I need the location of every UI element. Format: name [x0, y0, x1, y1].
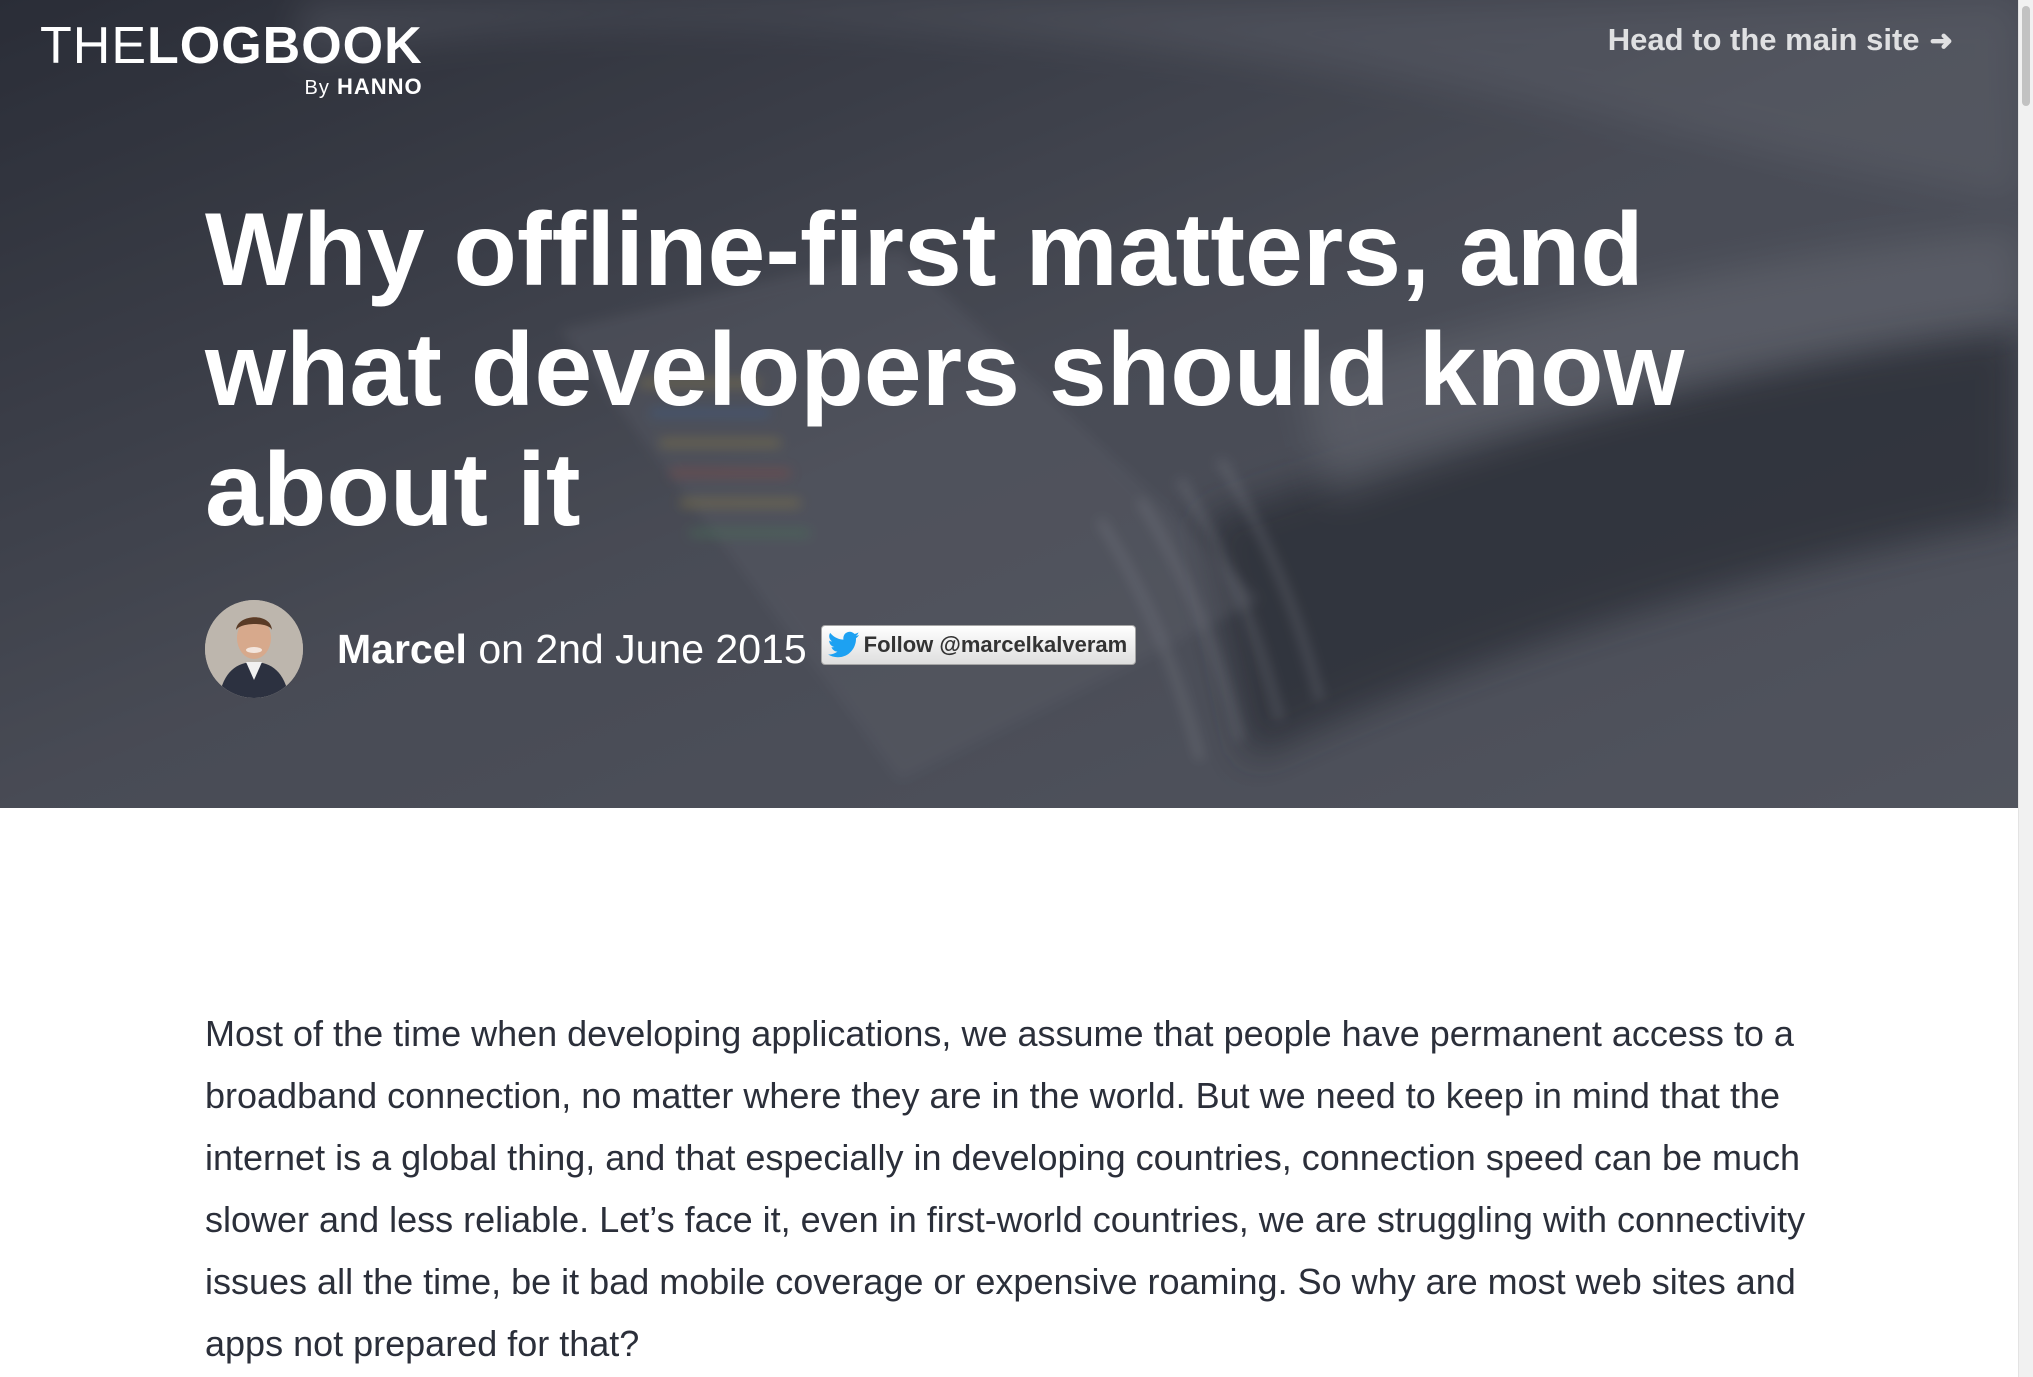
hero-header: THELOGBOOK By HANNO Head to the main sit… [0, 0, 2019, 808]
author-avatar [205, 600, 303, 698]
logo-hanno-text: HANNO [337, 74, 423, 99]
twitter-bird-icon [827, 631, 860, 658]
logbook-logo[interactable]: THELOGBOOK By HANNO [40, 18, 423, 101]
logo-by-text: By [304, 77, 330, 99]
article-byline: Marcel on 2nd June 2015 Follow @marcelka… [205, 598, 1137, 700]
logo-logbook-text: LOGBOOK [147, 17, 423, 75]
publish-date: on 2nd June 2015 [478, 625, 807, 672]
logo-the-text: THE [40, 17, 147, 75]
scrollbar-thumb[interactable] [2022, 6, 2030, 106]
author-name[interactable]: Marcel [337, 626, 467, 672]
page: THELOGBOOK By HANNO Head to the main sit… [0, 0, 2033, 1377]
twitter-follow-button[interactable]: Follow @marcelkalveram [820, 625, 1137, 665]
logo-wordmark: THELOGBOOK [40, 18, 423, 74]
arrow-right-icon: ➜ [1929, 24, 1953, 56]
main-site-link[interactable]: Head to the main site ➜ [1608, 22, 1953, 58]
article-title: Why offline-first matters, and what deve… [205, 192, 1685, 548]
byline-text: Marcel on 2nd June 2015 [337, 626, 807, 673]
scrollbar[interactable] [2018, 0, 2033, 1377]
article-content: Most of the time when developing applica… [205, 1003, 1825, 1375]
main-site-link-label: Head to the main site [1607, 22, 1920, 57]
follow-button-label: Follow @marcelkalveram [863, 632, 1128, 657]
article-paragraph: Most of the time when developing applica… [205, 1013, 1806, 1364]
logo-byline: By HANNO [40, 74, 423, 101]
